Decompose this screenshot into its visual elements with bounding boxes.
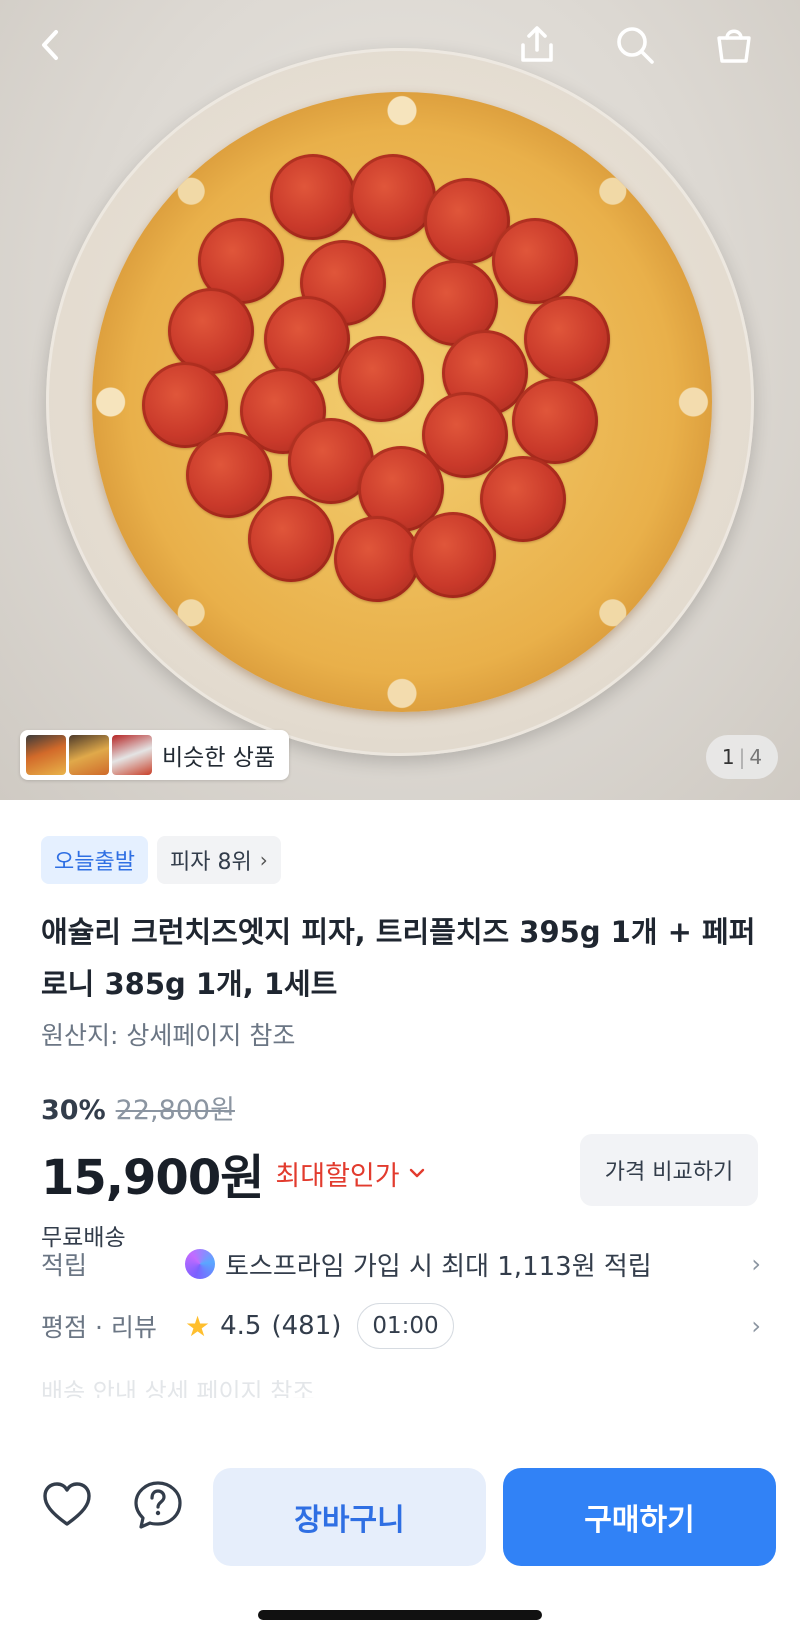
question-button[interactable] — [123, 1470, 193, 1540]
price-row: 15,900원 최대할인가 — [41, 1138, 426, 1208]
ranking-chip[interactable]: 피자 8위 › — [156, 836, 281, 884]
product-image[interactable]: 비슷한 상품 1 | 4 — [0, 0, 800, 800]
share-icon — [521, 26, 553, 62]
page-total: 4 — [749, 745, 763, 769]
buy-now-button[interactable]: 구매하기 — [503, 1468, 776, 1566]
like-button[interactable] — [32, 1470, 102, 1540]
back-button[interactable] — [24, 18, 78, 72]
toss-prime-icon — [185, 1249, 215, 1279]
page-separator: | — [738, 745, 746, 769]
chevron-right-icon: › — [751, 1312, 761, 1340]
product-chips: 오늘출발 피자 8위 › — [41, 836, 281, 884]
pizza-image — [92, 92, 712, 712]
max-discount-label: 최대할인가 — [275, 1160, 400, 1192]
similar-products-button[interactable]: 비슷한 상품 — [20, 730, 290, 780]
discount-rate: 30% — [41, 1095, 106, 1126]
today-ship-badge: 오늘출발 — [41, 836, 148, 884]
reward-row[interactable]: 적립 토스프라임 가입 시 최대 1,113원 적립 › — [41, 1236, 761, 1292]
sale-price: 15,900원 — [41, 1150, 264, 1206]
chevron-down-icon — [409, 1168, 424, 1178]
review-row[interactable]: 평점 · 리뷰 ★ 4.5 (481) 01:00 › — [41, 1298, 761, 1354]
reward-key: 적립 — [41, 1251, 88, 1280]
chevron-right-icon: › — [751, 1250, 761, 1278]
review-key: 평점 · 리뷰 — [41, 1313, 157, 1342]
delivery-row-faded: 배송 안내 상세 페이지 참조 — [41, 1378, 315, 1398]
share-button[interactable] — [510, 18, 564, 72]
product-origin: 원산지: 상세페이지 참조 — [41, 1021, 296, 1050]
discount-row: 30% 22,800원 — [41, 1088, 235, 1127]
similar-thumbnail — [69, 735, 109, 775]
search-button[interactable] — [608, 18, 662, 72]
top-bar — [0, 0, 800, 92]
ranking-label: 피자 8위 — [169, 850, 252, 875]
today-ship-label: 오늘출발 — [54, 850, 135, 875]
star-icon: ★ — [185, 1309, 211, 1343]
chevron-right-icon: › — [259, 848, 268, 872]
bottom-action-bar: 장바구니 구매하기 — [0, 1440, 800, 1635]
page-current: 1 — [721, 745, 735, 769]
heart-icon — [43, 1482, 91, 1526]
reward-value: 토스프라임 가입 시 최대 1,113원 적립 — [225, 1251, 652, 1282]
image-page-indicator: 1 | 4 — [706, 735, 778, 779]
timer-badge: 01:00 — [357, 1303, 454, 1349]
similar-thumbnails — [26, 735, 152, 775]
max-discount-toggle[interactable]: 최대할인가 — [275, 1154, 425, 1193]
review-count: (481) — [271, 1311, 342, 1341]
original-price: 22,800원 — [115, 1095, 235, 1126]
chevron-left-icon — [42, 30, 58, 60]
price-compare-button[interactable]: 가격 비교하기 — [580, 1134, 758, 1206]
similar-products-label: 비슷한 상품 — [162, 745, 276, 771]
add-to-cart-button[interactable]: 장바구니 — [213, 1468, 486, 1566]
similar-thumbnail — [112, 735, 152, 775]
similar-thumbnail — [26, 735, 66, 775]
product-title: 애슐리 크런치즈엣지 피자, 트리플치즈 395g 1개 + 페퍼로니 385g… — [41, 915, 756, 1001]
question-icon — [134, 1481, 182, 1529]
cart-header-button[interactable] — [707, 18, 761, 72]
review-rating: 4.5 — [220, 1311, 262, 1341]
shopping-bag-icon — [717, 29, 751, 63]
home-indicator — [258, 1610, 542, 1620]
search-icon — [617, 27, 654, 64]
